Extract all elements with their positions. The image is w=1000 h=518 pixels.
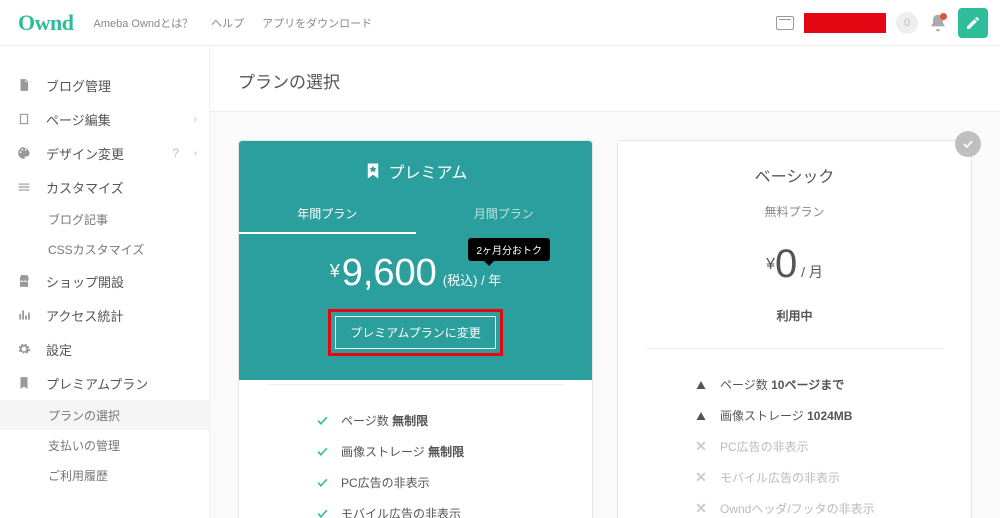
premium-features: ページ数 無制限 画像ストレージ 無制限 PC広告の非表示 モバイル広告の非表示	[239, 385, 592, 518]
feature-pages: ページ数 10ページまで	[694, 369, 941, 400]
nav-premium-plan[interactable]: プレミアムプラン	[0, 366, 209, 400]
nav-page-edit[interactable]: ページ編集 ›	[0, 102, 209, 136]
top-links: Ameba Owndとは？ ヘルプ アプリをダウンロード	[93, 15, 372, 31]
x-icon: ✕	[694, 471, 708, 485]
help-icon[interactable]: ?	[172, 146, 179, 160]
sidebar: ブログ管理 ページ編集 › デザイン変更 ? › カスタマイズ ブログ記事 CS…	[0, 46, 210, 518]
cta-highlight-frame: プレミアムプランに変更	[328, 309, 502, 356]
basic-subtitle: 無料プラン	[618, 203, 971, 220]
check-icon	[315, 476, 329, 490]
triangle-icon	[694, 409, 708, 423]
compose-button[interactable]	[958, 8, 988, 38]
nav-blog-manage[interactable]: ブログ管理	[0, 68, 209, 102]
price-suffix: (税込) / 年	[443, 273, 502, 288]
nav-design-change[interactable]: デザイン変更 ? ›	[0, 136, 209, 170]
star-badge-icon	[364, 162, 382, 180]
notification-dot	[940, 13, 947, 20]
user-redacted	[804, 13, 886, 33]
currency-symbol: ¥	[330, 261, 340, 281]
page-title: プランの選択	[210, 46, 1000, 112]
shop-icon	[16, 273, 32, 289]
nav-label: アクセス統計	[46, 306, 123, 325]
nav-label: プレミアムプラン	[46, 374, 148, 393]
gear-icon	[16, 341, 32, 357]
nav-sub-css[interactable]: CSSカスタマイズ	[0, 234, 209, 264]
nav-sub-plan-select[interactable]: プランの選択	[0, 400, 209, 430]
price-value: 9,600	[342, 252, 437, 294]
check-icon	[315, 445, 329, 459]
bell-icon[interactable]	[928, 13, 948, 33]
premium-title: プレミアム	[239, 141, 592, 195]
palette-icon	[16, 145, 32, 161]
discount-badge: 2ヶ月分おトク	[468, 238, 550, 261]
top-link-help[interactable]: ヘルプ	[211, 15, 244, 31]
feature-mobile-ads: モバイル広告の非表示	[315, 498, 562, 518]
selected-check-icon	[955, 131, 981, 157]
basic-features: ページ数 10ページまで 画像ストレージ 1024MB ✕ PC広告の非表示 ✕…	[618, 349, 971, 518]
tab-monthly[interactable]: 月間プラン	[416, 195, 593, 234]
triangle-icon	[694, 378, 708, 392]
feature-pc-ads: PC広告の非表示	[315, 467, 562, 498]
check-icon	[315, 414, 329, 428]
basic-card: ベーシック 無料プラン ¥0 / 月 利用中 ページ数 10ページまで	[617, 140, 972, 518]
change-to-premium-button[interactable]: プレミアムプランに変更	[335, 316, 495, 349]
nav-label: 設定	[46, 340, 72, 359]
nav-sub-payment-manage[interactable]: 支払いの管理	[0, 430, 209, 460]
chevron-right-icon: ›	[194, 148, 197, 159]
basic-title: ベーシック	[618, 163, 971, 187]
logo[interactable]: Ownd	[18, 10, 73, 36]
sliders-icon	[16, 179, 32, 195]
top-link-about[interactable]: Ameba Owndとは？	[93, 15, 193, 31]
nav-access-stats[interactable]: アクセス統計	[0, 298, 209, 332]
feature-pc-ads: ✕ PC広告の非表示	[694, 431, 941, 462]
nav-label: ショップ開設	[46, 272, 124, 291]
nav-label: デザイン変更	[46, 144, 124, 163]
x-icon: ✕	[694, 440, 708, 454]
chart-icon	[16, 307, 32, 323]
feature-storage: 画像ストレージ 無制限	[315, 436, 562, 467]
nav-shop-open[interactable]: ショップ開設	[0, 264, 209, 298]
document-icon	[16, 77, 32, 93]
plan-tabs: 年間プラン 月間プラン	[239, 195, 592, 234]
preview-icon[interactable]	[776, 16, 794, 30]
nav-label: ページ編集	[46, 110, 111, 129]
notification-count-badge[interactable]: 0	[896, 12, 918, 34]
nav-settings[interactable]: 設定	[0, 332, 209, 366]
main-content: プランの選択 プレミアム 年間プラン 月間プラン 2ヶ月分おトク ¥9,600 (…	[210, 46, 1000, 518]
check-icon	[315, 507, 329, 518]
chevron-right-icon: ›	[194, 114, 197, 125]
feature-storage: 画像ストレージ 1024MB	[694, 400, 941, 431]
top-link-download[interactable]: アプリをダウンロード	[262, 15, 372, 31]
feature-pages: ページ数 無制限	[315, 405, 562, 436]
basic-price: ¥0 / 月	[618, 242, 971, 287]
nav-label: カスタマイズ	[46, 178, 124, 197]
x-icon: ✕	[694, 502, 708, 516]
feature-mobile-ads: ✕ モバイル広告の非表示	[694, 462, 941, 493]
tab-yearly[interactable]: 年間プラン	[239, 195, 416, 234]
premium-card: プレミアム 年間プラン 月間プラン 2ヶ月分おトク ¥9,600 (税込) / 年…	[238, 140, 593, 518]
nav-customize[interactable]: カスタマイズ	[0, 170, 209, 204]
top-right: 0	[776, 8, 988, 38]
bookmark-icon	[16, 375, 32, 391]
page-icon	[16, 111, 32, 127]
nav-label: ブログ管理	[46, 76, 111, 95]
feature-ownd-hf: ✕ Owndヘッダ/フッタの非表示	[694, 493, 941, 518]
nav-sub-usage-history[interactable]: ご利用履歴	[0, 460, 209, 490]
basic-status: 利用中	[618, 307, 971, 324]
nav-sub-blog-post[interactable]: ブログ記事	[0, 204, 209, 234]
top-bar: Ownd Ameba Owndとは？ ヘルプ アプリをダウンロード 0	[0, 0, 1000, 46]
premium-title-text: プレミアム	[389, 159, 468, 183]
